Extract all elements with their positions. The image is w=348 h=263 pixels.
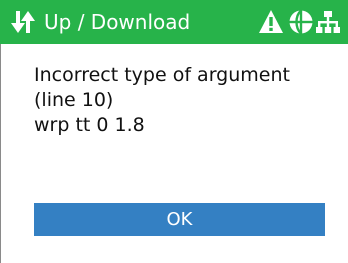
up-down-arrows-icon: [11, 11, 35, 33]
ok-button[interactable]: OK: [34, 203, 325, 236]
title-bar: Up / Download: [0, 0, 348, 44]
error-message: Incorrect type of argument (line 10) wrp…: [34, 63, 334, 138]
globe-icon: [289, 9, 313, 35]
network-icon: [316, 11, 340, 33]
message-line: wrp tt 0 1.8: [34, 114, 145, 136]
left-border: [0, 44, 1, 263]
window-title: Up / Download: [44, 10, 191, 34]
error-dialog-screen: Up / Download Incorrect type of argument…: [0, 0, 348, 263]
message-line: (line 10): [34, 89, 114, 111]
warning-icon: [259, 10, 283, 33]
message-line: Incorrect type of argument: [34, 64, 290, 86]
